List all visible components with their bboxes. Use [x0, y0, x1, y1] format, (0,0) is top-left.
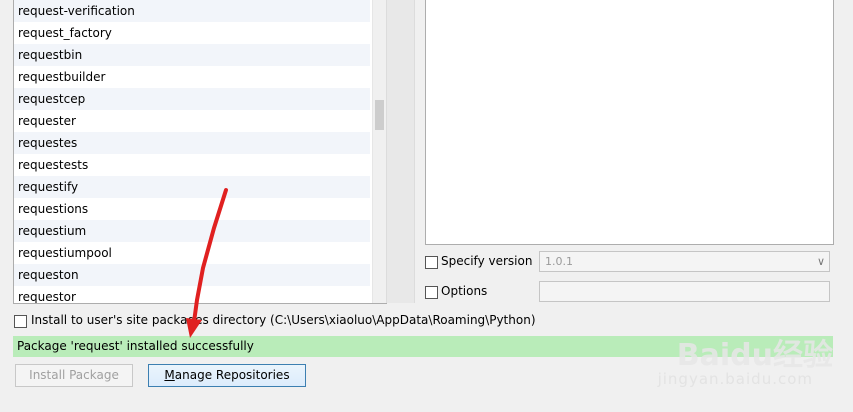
- watermark-logo: Baidu经验: [676, 338, 833, 373]
- watermark-sub: jingyan.baidu.com: [657, 370, 813, 388]
